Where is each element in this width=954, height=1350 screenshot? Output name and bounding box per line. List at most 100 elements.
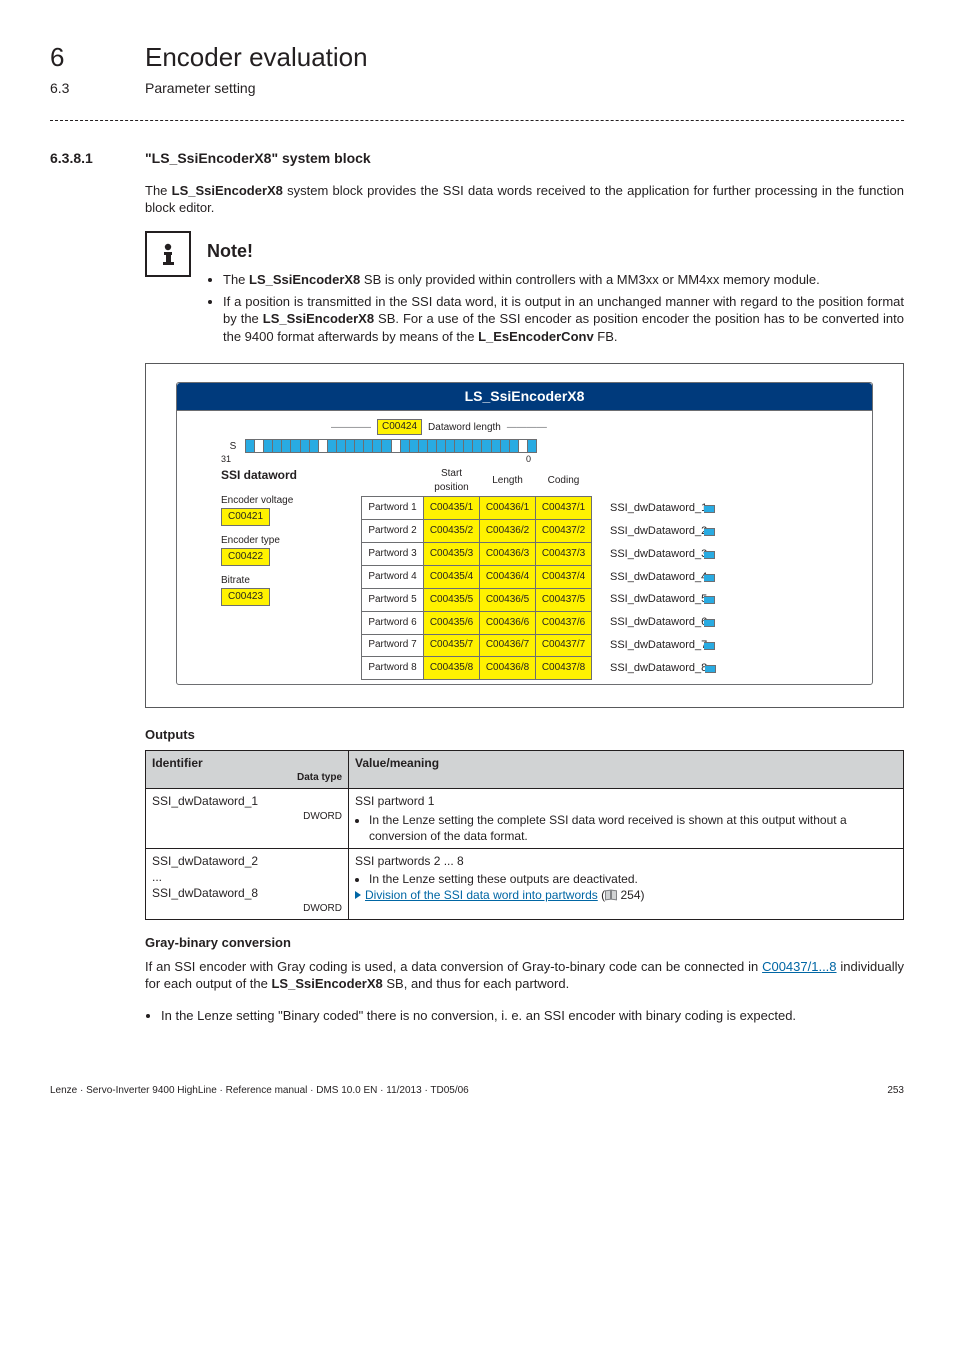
triangle-icon <box>355 891 361 899</box>
chapter-number: 6 <box>50 40 145 75</box>
note-block: Note! The LS_SsiEncoderX8 SB is only pro… <box>145 231 904 349</box>
output-bullet: In the Lenze setting the complete SSI da… <box>369 812 897 844</box>
param-length: C00436/5 <box>480 588 536 611</box>
param-start: C00435/8 <box>424 657 480 680</box>
output-port: SSI_dwDataword_1 <box>606 498 711 519</box>
outputs-col-value: Value/meaning <box>349 750 904 789</box>
partword-label: Partword 3 <box>362 543 424 566</box>
param-start: C00435/1 <box>424 497 480 520</box>
table-row: Partword 4C00435/4C00436/4C00437/4 SSI_dw… <box>362 566 713 589</box>
param-coding: C00437/7 <box>536 634 592 657</box>
partword-label: Partword 4 <box>362 566 424 589</box>
bit-high: 31 <box>221 453 245 465</box>
table-row: Partword 3C00435/3C00436/3C00437/3 SSI_dw… <box>362 543 713 566</box>
param-length: C00436/2 <box>480 520 536 543</box>
param-C00422: C00422 <box>221 548 270 566</box>
partword-label: Partword 5 <box>362 588 424 611</box>
divider <box>50 120 904 121</box>
gray-heading: Gray-binary conversion <box>145 934 904 952</box>
param-link-c00437[interactable]: C00437/1...8 <box>762 959 836 974</box>
chapter-header: 6 Encoder evaluation <box>50 40 904 75</box>
param-length: C00436/8 <box>480 657 536 680</box>
param-length: C00436/7 <box>480 634 536 657</box>
param-coding: C00437/6 <box>536 611 592 634</box>
table-row: Partword 7C00435/7C00436/7C00437/7SSI_dw… <box>362 634 713 657</box>
table-row: SSI_dwDataword_1DWORDSSI partword 1In th… <box>146 789 904 849</box>
output-dtype: DWORD <box>152 810 342 824</box>
table-row: Partword 8C00435/8C00436/8C00437/8SSI_dw… <box>362 657 713 680</box>
col-start-position: Start position <box>424 467 480 497</box>
param-C00423: C00423 <box>221 588 270 606</box>
param-start: C00435/3 <box>424 543 480 566</box>
section-title: Parameter setting <box>145 79 256 98</box>
output-id: SSI_dwDataword_8 <box>152 885 342 901</box>
subsection-title: "LS_SsiEncoderX8" system block <box>145 149 371 168</box>
footer-page: 253 <box>887 1084 904 1098</box>
crossref-link[interactable]: Division of the SSI data word into partw… <box>365 888 598 902</box>
param-coding: C00437/2 <box>536 520 592 543</box>
param-coding: C00437/5 <box>536 588 592 611</box>
table-row: Partword 5C00435/5C00436/5C00437/5 SSI_dw… <box>362 588 713 611</box>
intro-paragraph: The LS_SsiEncoderX8 system block provide… <box>145 182 904 217</box>
output-port: SSI_dwDataword_4 <box>606 567 711 588</box>
s-label: S <box>221 440 245 454</box>
partword-label: Partword 7 <box>362 634 424 657</box>
note-heading: Note! <box>207 239 904 263</box>
param-coding: C00437/3 <box>536 543 592 566</box>
book-icon <box>605 890 617 900</box>
output-id: ... <box>152 869 342 885</box>
partword-label: Partword 1 <box>362 497 424 520</box>
partword-label: Partword 8 <box>362 657 424 680</box>
page-footer: Lenze · Servo-Inverter 9400 HighLine · R… <box>50 1084 904 1098</box>
diagram-left-param: BitrateC00423 <box>221 574 361 606</box>
subsection-header: 6.3.8.1 "LS_SsiEncoderX8" system block <box>50 149 904 168</box>
bit-low: 0 <box>245 453 531 465</box>
partword-label: Partword 6 <box>362 611 424 634</box>
outputs-col-datatype: Data type <box>152 771 342 785</box>
output-port: SSI_dwDataword_3 <box>606 544 711 565</box>
table-row: Partword 2C00435/2C00436/2C00437/2 SSI_dw… <box>362 520 713 543</box>
output-title: SSI partwords 2 ... 8 <box>355 853 897 869</box>
param-start: C00435/6 <box>424 611 480 634</box>
output-port: SSI_dwDataword_6 <box>606 612 711 633</box>
param-coding: C00437/4 <box>536 566 592 589</box>
param-C00421: C00421 <box>221 508 270 526</box>
note-item: If a position is transmitted in the SSI … <box>223 293 904 346</box>
param-c00424: C00424 <box>377 419 422 435</box>
output-crossref[interactable]: Division of the SSI data word into partw… <box>355 887 897 903</box>
ssi-heading: SSI dataword <box>221 467 361 483</box>
subsection-number: 6.3.8.1 <box>50 149 145 168</box>
partword-label: Partword 2 <box>362 520 424 543</box>
param-coding: C00437/1 <box>536 497 592 520</box>
param-start: C00435/5 <box>424 588 480 611</box>
param-start: C00435/2 <box>424 520 480 543</box>
table-row: SSI_dwDataword_2...SSI_dwDataword_8DWORD… <box>146 849 904 920</box>
param-length: C00436/6 <box>480 611 536 634</box>
dataword-length-label: Dataword length <box>428 421 501 435</box>
col-coding: Coding <box>536 467 592 497</box>
table-row: Partword 1C00435/1C00436/1C00437/1 SSI_dw… <box>362 497 713 520</box>
diagram-left-param: Encoder voltageC00421 <box>221 494 361 526</box>
note-item: The LS_SsiEncoderX8 SB is only provided … <box>223 271 904 289</box>
info-icon <box>145 231 191 277</box>
system-block-diagram: LS_SsiEncoderX8 ―――― C00424 Dataword len… <box>145 363 904 708</box>
output-port: SSI_dwDataword_5 <box>606 589 711 610</box>
param-coding: C00437/8 <box>536 657 592 680</box>
outputs-col-identifier: Identifier <box>152 755 342 771</box>
crossref-page: 254 <box>620 888 640 902</box>
note-list: The LS_SsiEncoderX8 SB is only provided … <box>207 271 904 345</box>
section-number: 6.3 <box>50 79 145 98</box>
output-port: SSI_dwDataword_2 <box>606 521 711 542</box>
output-title: SSI partword 1 <box>355 793 897 809</box>
output-port: SSI_dwDataword_7 <box>606 635 711 656</box>
param-length: C00436/1 <box>480 497 536 520</box>
output-id: SSI_dwDataword_2 <box>152 853 342 869</box>
gray-paragraph: If an SSI encoder with Gray coding is us… <box>145 958 904 993</box>
param-length: C00436/4 <box>480 566 536 589</box>
param-start: C00435/4 <box>424 566 480 589</box>
gray-bullet: In the Lenze setting "Binary coded" ther… <box>161 1007 904 1025</box>
param-length: C00436/3 <box>480 543 536 566</box>
partword-table: Start position Length Coding Partword 1C… <box>361 467 713 680</box>
outputs-table: Identifier Data type Value/meaning SSI_d… <box>145 750 904 920</box>
output-bullet: In the Lenze setting these outputs are d… <box>369 871 897 887</box>
